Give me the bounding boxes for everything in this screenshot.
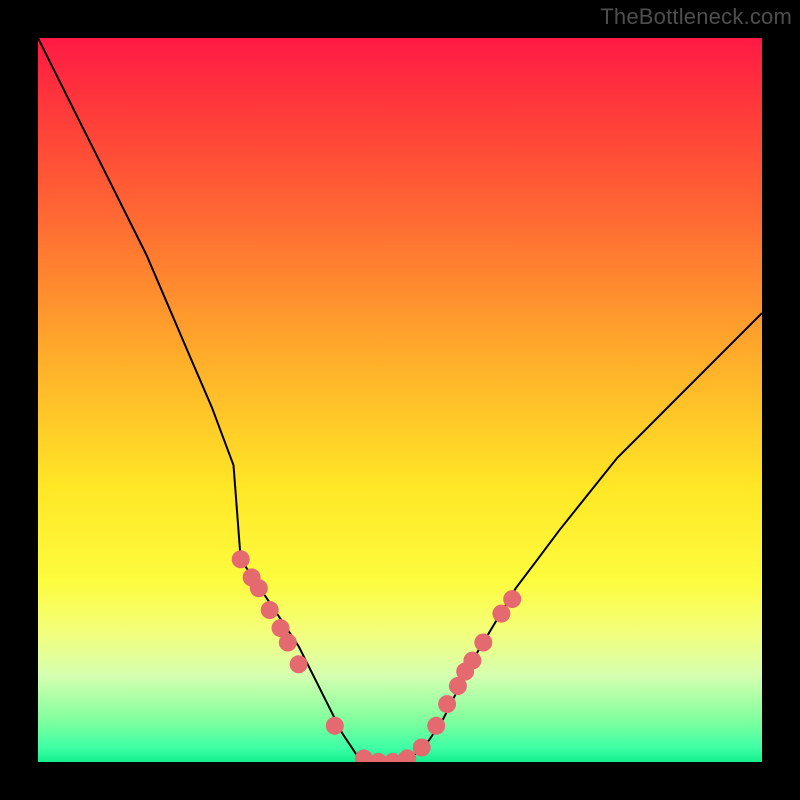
data-marker bbox=[261, 601, 279, 619]
chart-frame: TheBottleneck.com bbox=[0, 0, 800, 800]
data-marker bbox=[463, 652, 481, 670]
data-marker bbox=[326, 717, 344, 735]
data-marker bbox=[413, 739, 431, 757]
data-marker bbox=[503, 590, 521, 608]
chart-overlay bbox=[38, 38, 762, 762]
data-marker bbox=[398, 749, 416, 762]
watermark-text: TheBottleneck.com bbox=[600, 4, 792, 30]
data-marker bbox=[438, 695, 456, 713]
data-marker bbox=[279, 634, 297, 652]
data-marker bbox=[492, 605, 510, 623]
data-marker bbox=[474, 634, 492, 652]
data-marker bbox=[427, 717, 445, 735]
data-marker bbox=[232, 550, 250, 568]
data-marker bbox=[290, 655, 308, 673]
bottleneck-curve bbox=[38, 38, 762, 762]
data-markers bbox=[232, 550, 522, 762]
plot-area bbox=[38, 38, 762, 762]
data-marker bbox=[250, 579, 268, 597]
